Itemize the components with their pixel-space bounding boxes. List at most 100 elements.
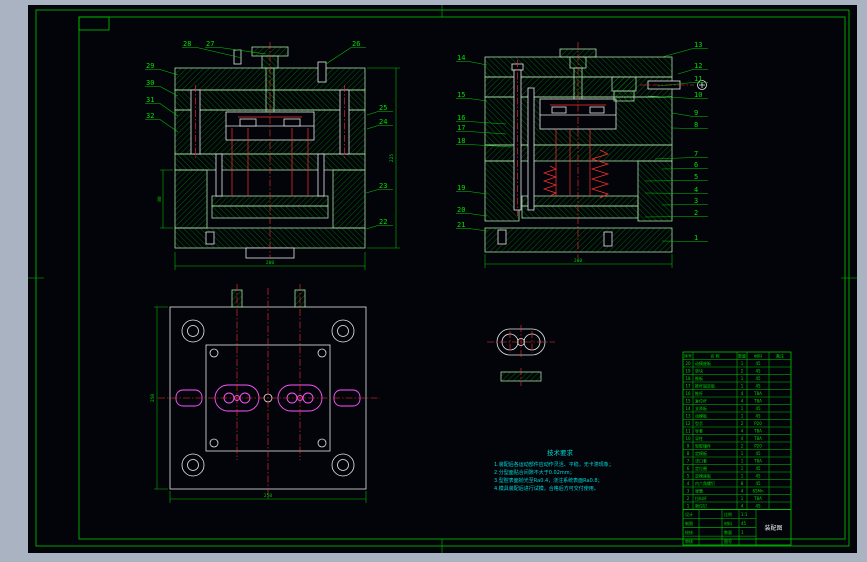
callout-number: 28 <box>183 40 191 48</box>
parts-table-cell: T8A <box>753 429 762 434</box>
parts-table-cell: 11 <box>685 429 691 434</box>
parts-table-cell: 45 <box>755 466 761 471</box>
note-line: 1.装配后各运动部件应动作灵活、平稳，无卡滞现象； <box>494 461 614 468</box>
parts-table-cell: 1 <box>741 376 744 381</box>
parts-table-header: 序号 <box>684 353 692 359</box>
spacer-block-left <box>174 169 208 229</box>
parts-table-cell: 4 <box>741 436 744 441</box>
title-block-label: 制图 <box>685 520 693 526</box>
bottom-screw <box>205 231 215 245</box>
parts-table-cell: 45 <box>755 474 761 479</box>
parts-table-header: 备注 <box>776 353 784 359</box>
note-line: 3.型腔表面抛光至Ra0.4，浇注系统表面Ra0.8； <box>494 477 603 484</box>
parts-table-cell: 1 <box>741 384 744 389</box>
parts-table-cell: 1 <box>741 406 744 411</box>
parts-table-cell: 20 <box>685 361 691 366</box>
parts-table-cell: 浇口套 <box>695 458 707 464</box>
return-pin <box>527 87 535 211</box>
cavity-right <box>283 118 301 127</box>
parts-table-cell: 拉料杆 <box>695 495 707 501</box>
parts-table-cell: 导套 <box>695 428 703 434</box>
parts-table-cell: 45 <box>755 414 761 419</box>
parts-table-cell: 1 <box>687 504 690 509</box>
parts-table-cell: 7 <box>687 459 690 464</box>
callout-number: 27 <box>206 40 214 48</box>
parts-table-cell: 1 <box>741 474 744 479</box>
parts-table-cell: 导柱 <box>695 435 703 441</box>
callout-number: 32 <box>146 112 154 120</box>
parts-table-cell: P20 <box>754 421 762 426</box>
parts-table-cell: 17 <box>685 384 691 389</box>
title-block-label: 校核 <box>685 529 693 535</box>
parts-table-cell: 16 <box>685 391 691 396</box>
slider-block <box>611 76 637 92</box>
parts-table-cell: 5 <box>687 474 690 479</box>
bottom-screw <box>497 229 507 245</box>
title-block-label: 设计 <box>685 511 693 517</box>
callout-number: 21 <box>457 221 465 229</box>
parts-table-cell: 3 <box>687 489 690 494</box>
parts-table-cell: 18 <box>685 376 691 381</box>
clamp-screw <box>317 61 327 83</box>
title-block-label: 数量 <box>724 529 732 535</box>
parts-table-cell: 45 <box>755 376 761 381</box>
support-plate <box>484 144 673 162</box>
callout-number: 11 <box>694 75 702 83</box>
parts-table-cell: T8A <box>753 496 762 501</box>
cavity-left <box>551 106 567 114</box>
parts-table-cell: 45 <box>755 451 761 456</box>
parts-table-cell: 动模板 <box>695 413 707 419</box>
dim-left: 250 <box>150 394 156 402</box>
parts-table-cell: 19 <box>685 369 691 374</box>
parts-table-cell: 45 <box>755 406 761 411</box>
callout-number: 22 <box>379 218 387 226</box>
callout-number: 31 <box>146 96 154 104</box>
parts-table-cell: 复位杆 <box>695 398 707 404</box>
stop-pin <box>603 231 613 247</box>
parts-table-cell: 45 <box>755 504 761 509</box>
callout-number: 13 <box>694 41 702 49</box>
parts-table-cell: 4 <box>741 391 744 396</box>
parts-table-cell: 12 <box>685 421 691 426</box>
title-block-value: 45 <box>741 521 747 526</box>
parts-table-cell: 推杆固定板 <box>695 383 715 389</box>
parts-table-cell: 推杆 <box>695 390 703 396</box>
parts-table-cell: 45 <box>755 481 761 486</box>
parts-table-cell: 支承板 <box>695 405 707 411</box>
ejector-retainer-plate <box>521 195 639 207</box>
parts-table-cell: 定模板 <box>695 450 707 456</box>
wedge-block <box>613 90 635 102</box>
spacer-block-right <box>332 169 366 229</box>
callout-number: 2 <box>694 209 698 217</box>
parts-table-cell: T8A <box>753 459 762 464</box>
parts-table-cell: 4 <box>687 481 690 486</box>
callout-number: 20 <box>457 206 465 214</box>
callout-number: 1 <box>694 234 698 242</box>
parts-table-cell: 6 <box>687 466 690 471</box>
parts-table-cell: 9 <box>687 444 690 449</box>
callout-number: 3 <box>694 197 698 205</box>
cad-drawing: 200 225 80 28 27 26 29 30 31 32 25 24 23… <box>0 0 867 562</box>
ejector-base-plate <box>521 205 639 219</box>
callout-number: 4 <box>694 186 698 194</box>
parts-table-cell: 动模座板 <box>695 360 711 366</box>
parts-table-cell: P20 <box>754 444 762 449</box>
callout-number: 18 <box>457 137 465 145</box>
parts-table-cell: 45 <box>755 369 761 374</box>
callout-number: 15 <box>457 91 465 99</box>
callout-number: 5 <box>694 173 698 181</box>
title-block-label: 材料 <box>724 520 732 526</box>
parts-table-cell: T8A <box>753 399 762 404</box>
dim-bottom: 250 <box>264 493 272 499</box>
parts-table-cell: 45 <box>755 384 761 389</box>
title-block-label: 比例 <box>724 511 732 517</box>
callout-number: 19 <box>457 184 465 192</box>
callout-number: 29 <box>146 62 154 70</box>
callout-number: 8 <box>694 121 698 129</box>
parts-table-cell: 14 <box>685 406 691 411</box>
drawing-title: 装配图 <box>764 524 782 532</box>
parts-table-cell: 型芯 <box>695 420 703 426</box>
parts-table-cell: 内六角螺钉 <box>695 480 715 486</box>
callout-number: 17 <box>457 124 465 132</box>
callout-number: 25 <box>379 104 387 112</box>
